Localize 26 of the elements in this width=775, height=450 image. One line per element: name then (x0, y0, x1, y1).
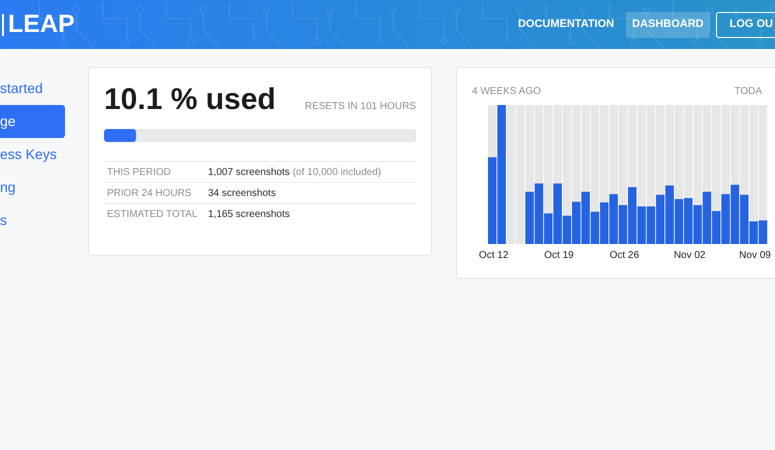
date-label: Oct 12 (478, 249, 508, 263)
stat-value: 34 screenshots (208, 186, 276, 200)
sidebar-item[interactable]: s (0, 204, 65, 237)
sidebar-item[interactable]: started (0, 72, 65, 105)
date-label: Oct 26 (610, 249, 640, 263)
sidebar-item[interactable]: ess Keys (0, 138, 65, 171)
sidebar-item[interactable]: ng (0, 171, 65, 204)
logo[interactable]: LEAP (8, 12, 75, 37)
sidebar-item[interactable]: ge (0, 105, 65, 138)
reset-time: RESETS IN 101 HOURS (304, 100, 416, 114)
stat-label: ESTIMATED TOTAL (106, 208, 198, 222)
stat-label: PRIOR 24 HOURS (106, 186, 192, 200)
logo-divider (2, 14, 4, 36)
date-label: Nov 02 (674, 249, 706, 263)
nav-link[interactable]: DOCUMENTATION (512, 12, 620, 38)
usage-percentage: 10.1 % used (104, 85, 276, 115)
range-start-label: 4 WEEKS AGO (472, 85, 541, 99)
range-end-label: TODA (734, 85, 762, 99)
date-label: Nov 09 (739, 249, 771, 263)
nav-link[interactable]: DASHBOARD (626, 12, 710, 38)
stat-note: (of 10,000 included) (292, 166, 382, 180)
stat-value: 1,165 screenshots (208, 208, 290, 222)
date-label: Oct 19 (544, 249, 574, 263)
stat-label: THIS PERIOD (106, 166, 172, 180)
log-out-button[interactable]: LOG OU (716, 12, 775, 38)
stat-value: 1,007 screenshots (208, 166, 290, 180)
